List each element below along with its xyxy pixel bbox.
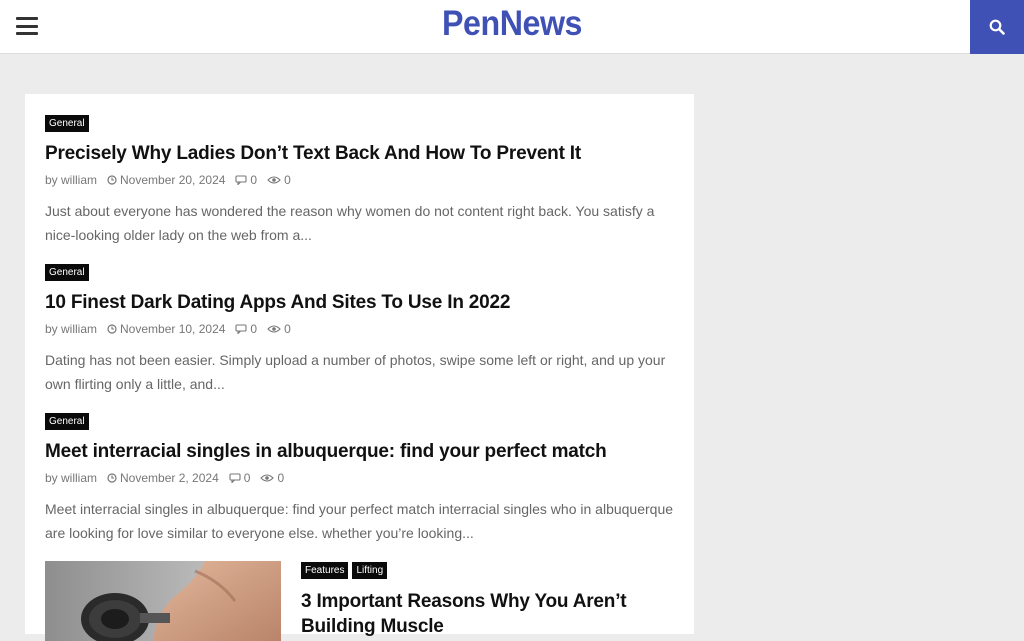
post-title[interactable]: 10 Finest Dark Dating Apps And Sites To …: [45, 290, 675, 315]
post-excerpt: Just about everyone has wondered the rea…: [45, 203, 655, 243]
eye-icon: [267, 176, 281, 184]
site-header: PenNews: [0, 0, 1024, 54]
post-date: November 2, 2024: [120, 471, 219, 485]
post-excerpt: Dating has not been easier. Simply uploa…: [45, 352, 666, 392]
post-date: November 20, 2024: [120, 173, 226, 187]
comment-count[interactable]: 0: [250, 173, 257, 187]
category-tag[interactable]: General: [45, 413, 89, 430]
comment-icon: [235, 175, 247, 185]
site-logo[interactable]: PenNews: [41, 4, 983, 44]
eye-icon: [260, 474, 275, 482]
comment-icon: [235, 324, 247, 334]
search-button[interactable]: [970, 0, 1024, 54]
post-author[interactable]: by william: [45, 471, 97, 485]
post-title-line: Building Muscle: [301, 616, 444, 637]
view-count: 0: [277, 471, 285, 485]
list-item: General Precisely Why Ladies Don’t Text …: [45, 113, 675, 247]
dumbbell-athlete-image: [45, 561, 281, 641]
list-item: General 10 Finest Dark Dating Apps And S…: [45, 262, 675, 396]
clock-icon: [107, 324, 117, 334]
post-meta: by william November 20, 2024 0 0: [45, 172, 675, 188]
post-author[interactable]: by william: [45, 322, 97, 336]
post-list: General Precisely Why Ladies Don’t Text …: [25, 94, 694, 641]
post-meta: by william November 2, 2024 0 0: [45, 470, 675, 486]
category-tag[interactable]: Features: [301, 562, 349, 579]
category-tag[interactable]: General: [45, 115, 89, 132]
list-item: Features Lifting 3 Important Reasons Why …: [301, 560, 661, 639]
post-excerpt: Meet interracial singles in albuquerque:…: [45, 501, 674, 541]
post-thumbnail[interactable]: [45, 561, 281, 641]
view-count: 0: [284, 322, 291, 336]
post-author[interactable]: by william: [45, 173, 97, 187]
comment-count[interactable]: 0: [244, 471, 251, 485]
clock-icon: [107, 473, 117, 483]
view-count: 0: [284, 173, 291, 187]
list-item: General Meet interracial singles in albu…: [45, 411, 675, 545]
post-title[interactable]: Meet interracial singles in albuquerque:…: [45, 439, 675, 464]
category-tag[interactable]: Lifting: [352, 562, 388, 579]
comment-count[interactable]: 0: [250, 322, 257, 336]
post-title-line: 3 Important Reasons Why You Aren’t: [301, 591, 627, 612]
search-icon: [989, 19, 1005, 35]
eye-icon: [267, 325, 281, 333]
post-title[interactable]: 3 Important Reasons Why You Aren’t Build…: [301, 589, 661, 639]
clock-icon: [107, 175, 117, 185]
category-tag[interactable]: General: [45, 264, 89, 281]
hamburger-menu-icon[interactable]: [16, 17, 38, 35]
post-title[interactable]: Precisely Why Ladies Don’t Text Back And…: [45, 141, 675, 166]
comment-icon: [229, 473, 241, 483]
post-meta: by william November 10, 2024 0 0: [45, 321, 675, 337]
post-date: November 10, 2024: [120, 322, 226, 336]
